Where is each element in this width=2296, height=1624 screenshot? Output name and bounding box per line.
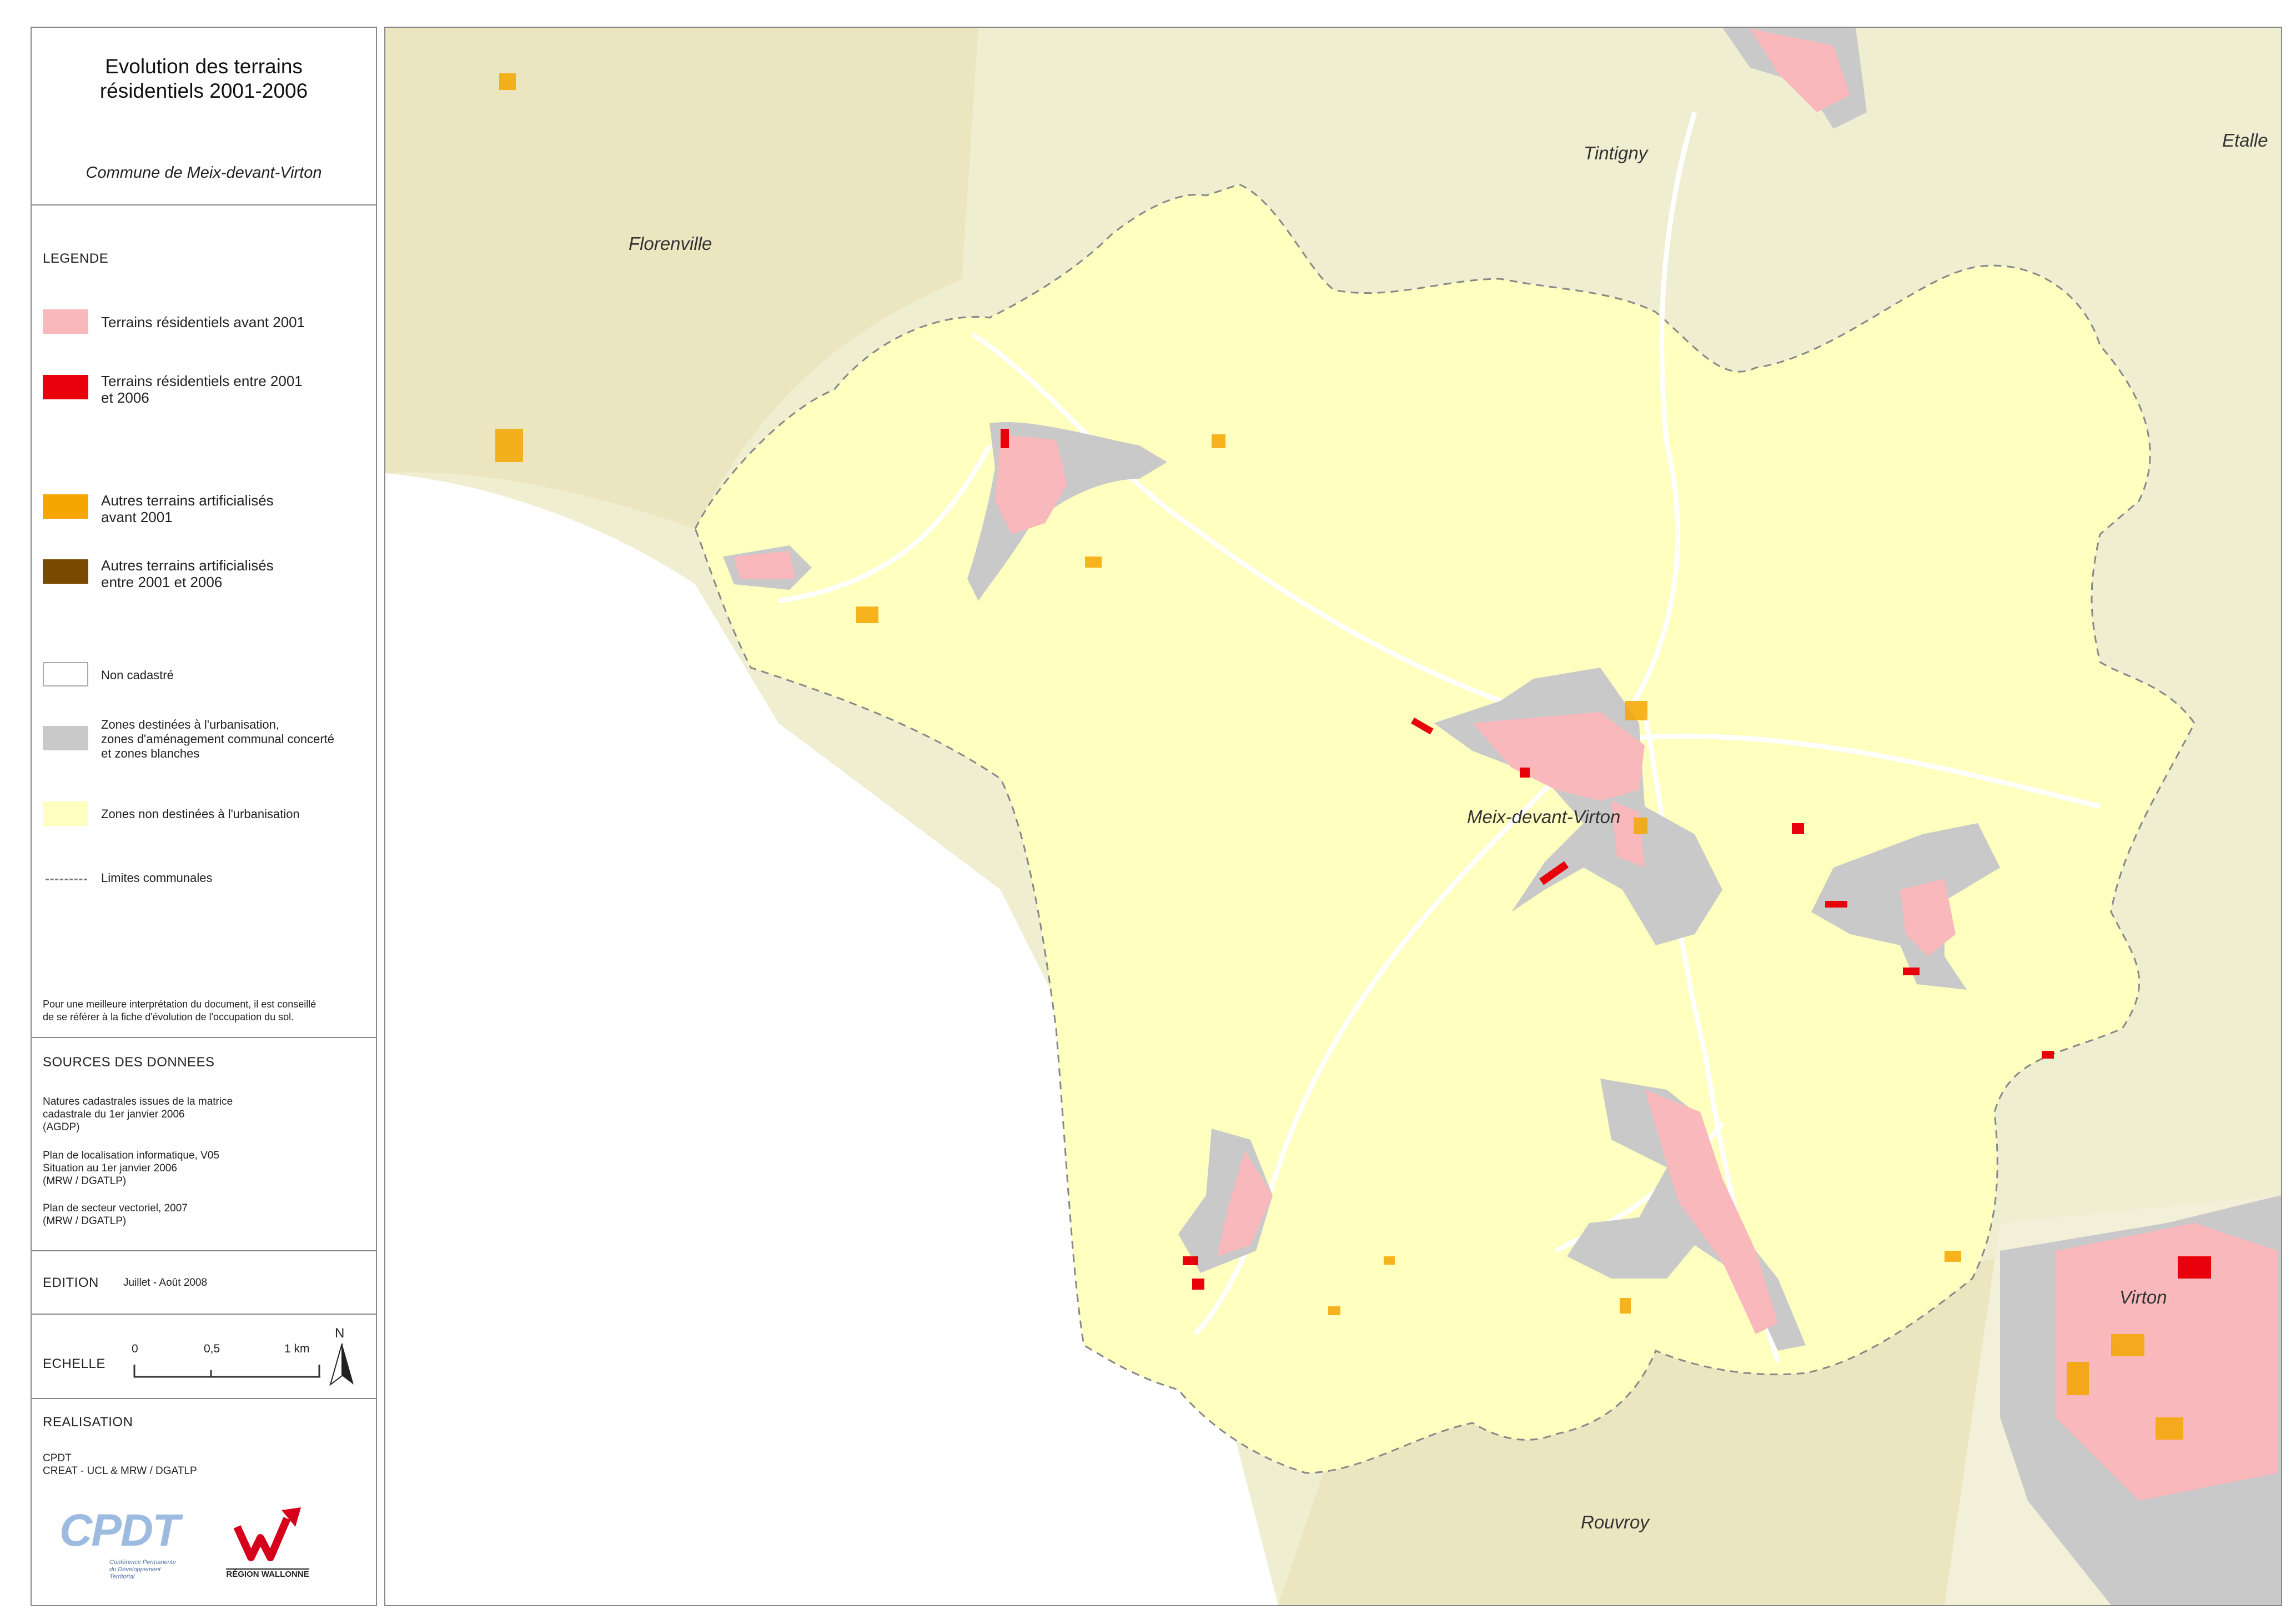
legend-label-non-cadastre: Non cadastré: [101, 668, 174, 682]
region-wallonne-logo: RÉGION WALLONNE: [226, 1505, 315, 1588]
swatch-non-cadastre: [43, 662, 88, 686]
north-label: N: [335, 1326, 345, 1341]
region-wallonne-w-icon: [233, 1507, 301, 1561]
map-canvas: Tintigny Etalle Florenville Meix-devant-…: [385, 28, 2281, 1605]
swatch-commune-limit: [46, 879, 87, 880]
swatch-artificial-old: [43, 494, 88, 519]
scale-tick-05: 0,5: [204, 1342, 220, 1355]
place-virton: Virton: [2119, 1287, 2167, 1307]
legend-note: Pour une meilleure interprétation du doc…: [43, 999, 316, 1022]
place-etalle: Etalle: [2222, 130, 2268, 151]
sources-block: SOURCES DES DONNEES Natures cadastrales …: [32, 1038, 376, 1251]
realisation-heading: REALISATION: [43, 1415, 133, 1430]
scale-tick-0: 0: [132, 1342, 138, 1355]
legend-heading: LEGENDE: [43, 251, 109, 266]
source-localisation: Plan de localisation informatique, V05 S…: [43, 1150, 219, 1187]
legend-label-artificial-new: Autres terrains artificialisés entre 200…: [101, 557, 274, 590]
legend-label-residential-new: Terrains résidentiels entre 2001 et 2006: [101, 373, 303, 406]
edition-date: Juillet - Août 2008: [123, 1277, 208, 1289]
swatch-residential-old: [43, 309, 88, 334]
source-cadastre: Natures cadastrales issues de la matrice…: [43, 1096, 233, 1133]
place-meix-devant-virton: Meix-devant-Virton: [1467, 806, 1620, 827]
realisation-credits: CPDT CREAT - UCL & MRW / DGATLP: [43, 1452, 197, 1477]
north-arrow-icon: [329, 1343, 354, 1386]
swatch-artificial-new: [43, 559, 88, 584]
cpdt-logo: CPDT Conférence Permanente du Développem…: [59, 1505, 180, 1580]
place-florenville: Florenville: [629, 233, 712, 254]
place-tintigny: Tintigny: [1584, 143, 1649, 163]
edition-heading: EDITION: [43, 1275, 99, 1290]
legend-label-non-urban-zone: Zones non destinées à l'urbanisation: [101, 807, 300, 821]
title-block: Evolution des terrains résidentiels 2001…: [32, 28, 376, 205]
swatch-residential-new: [43, 375, 88, 399]
scale-bar: [133, 1365, 320, 1378]
map-title: Evolution des terrains résidentiels 2001…: [99, 55, 308, 102]
swatch-urban-zone: [43, 726, 88, 750]
legend-label-artificial-old: Autres terrains artificialisés avant 200…: [101, 492, 274, 525]
map-frame: Tintigny Etalle Florenville Meix-devant-…: [384, 27, 2282, 1606]
legend-label-urban-zone: Zones destinées à l'urbanisation, zones …: [101, 718, 334, 760]
legend-block: LEGENDE Terrains résidentiels avant 2001…: [32, 205, 376, 1038]
legend-label-residential-old: Terrains résidentiels avant 2001: [101, 314, 305, 330]
scale-block: ECHELLE 0 0,5 1 km N: [32, 1315, 376, 1399]
realisation-block: REALISATION CPDT CREAT - UCL & MRW / DGA…: [32, 1399, 376, 1605]
commune-name: Commune de Meix-devant-Virton: [86, 164, 322, 182]
swatch-non-urban-zone: [43, 801, 88, 826]
place-rouvroy: Rouvroy: [1581, 1512, 1650, 1532]
scale-tick-1km: 1 km: [284, 1342, 310, 1355]
sources-heading: SOURCES DES DONNEES: [43, 1055, 215, 1070]
legend-panel: Evolution des terrains résidentiels 2001…: [31, 27, 377, 1606]
legend-label-commune-limit: Limites communales: [101, 871, 213, 885]
edition-block: EDITION Juillet - Août 2008: [32, 1251, 376, 1315]
source-secteur: Plan de secteur vectoriel, 2007 (MRW / D…: [43, 1202, 188, 1227]
scale-heading: ECHELLE: [43, 1356, 105, 1371]
